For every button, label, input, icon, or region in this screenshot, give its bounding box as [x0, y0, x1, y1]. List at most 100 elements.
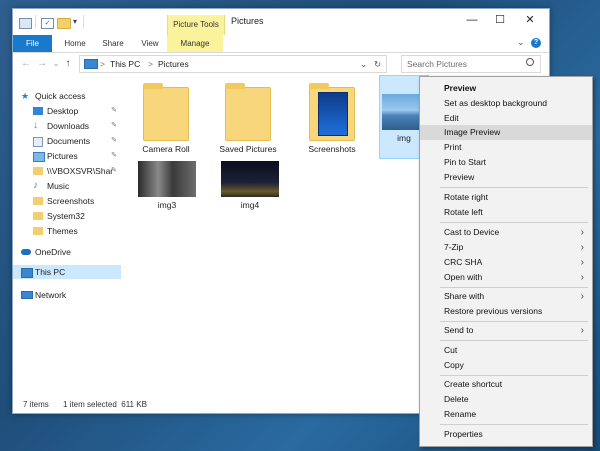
- menu-item-preview-default[interactable]: Preview: [420, 81, 592, 96]
- breadcrumb-pictures[interactable]: Pictures: [158, 59, 189, 69]
- pin-icon: ✎: [111, 152, 117, 159]
- tab-view[interactable]: View: [133, 35, 167, 52]
- pin-icon: ✎: [111, 122, 117, 129]
- nav-quick-access[interactable]: ★ Quick access: [13, 89, 121, 103]
- selection-info: 1 item selected 611 KB: [63, 400, 147, 409]
- image-thumbnail: [221, 161, 279, 197]
- image-tile-img4[interactable]: img4: [215, 161, 285, 210]
- breadcrumb-this-pc[interactable]: This PC: [110, 59, 140, 69]
- address-dropdown-icon[interactable]: ⌄: [360, 59, 367, 70]
- search-input[interactable]: Search Pictures: [407, 59, 467, 69]
- context-menu: Preview Set as desktop background Edit I…: [419, 76, 593, 447]
- help-icon[interactable]: ?: [531, 38, 541, 48]
- menu-item-rotate-left[interactable]: Rotate left: [420, 205, 592, 220]
- nav-desktop[interactable]: Desktop ✎: [13, 104, 121, 118]
- menu-item-open-with[interactable]: Open with ›: [420, 270, 592, 285]
- menu-item-copy[interactable]: Copy: [420, 358, 592, 373]
- up-button[interactable]: ↑: [61, 57, 75, 71]
- menu-item-label: Preview: [444, 83, 477, 93]
- nav-music[interactable]: ♪ Music: [13, 179, 121, 193]
- nav-themes[interactable]: Themes: [13, 224, 121, 238]
- menu-item-cast-to-device[interactable]: Cast to Device ›: [420, 225, 592, 240]
- menu-item-label: Rotate right: [444, 192, 488, 202]
- refresh-icon[interactable]: ↻: [374, 59, 381, 70]
- nav-item-label: This PC: [35, 267, 66, 277]
- menu-item-crc-sha[interactable]: CRC SHA ›: [420, 255, 592, 270]
- customize-quick-access-icon[interactable]: ▾: [73, 17, 77, 26]
- menu-item-label: Rename: [444, 409, 477, 419]
- nav-vboxsvr-share[interactable]: \\VBOXSVR\Shar ✎: [13, 164, 121, 178]
- forward-button[interactable]: →: [35, 57, 49, 71]
- breadcrumb-separator[interactable]: >: [148, 59, 153, 69]
- nav-onedrive[interactable]: OneDrive: [13, 245, 121, 259]
- nav-network[interactable]: Network: [13, 288, 121, 302]
- menu-item-label: Edit: [444, 113, 459, 123]
- nav-screenshots[interactable]: Screenshots: [13, 194, 121, 208]
- menu-item-label: Rotate left: [444, 207, 483, 217]
- menu-item-restore-previous-versions[interactable]: Restore previous versions: [420, 304, 592, 319]
- picture-tools-label: Picture Tools: [167, 15, 225, 35]
- new-folder-icon[interactable]: [57, 18, 71, 29]
- menu-item-set-as-desktop-background[interactable]: Set as desktop background: [420, 96, 592, 111]
- submenu-arrow-icon: ›: [580, 272, 584, 283]
- tab-file[interactable]: File: [13, 35, 52, 52]
- menu-item-image-preview[interactable]: Image Preview: [420, 125, 592, 140]
- menu-item-rename[interactable]: Rename: [420, 407, 592, 422]
- navigation-pane: ★ Quick access Desktop ✎ ↓ Downloads ✎ D…: [13, 75, 131, 395]
- menu-item-label: Share with: [444, 291, 485, 301]
- image-tile-img3[interactable]: img3: [132, 161, 202, 210]
- menu-item-label: Pin to Start: [444, 157, 487, 167]
- nav-item-label: Desktop: [47, 106, 79, 116]
- menu-item-7zip[interactable]: 7-Zip ›: [420, 240, 592, 255]
- ribbon-tabs: File Home Share View Manage ⌄ ?: [13, 35, 549, 53]
- menu-item-edit[interactable]: Edit: [420, 111, 592, 126]
- menu-item-cut[interactable]: Cut: [420, 343, 592, 358]
- submenu-arrow-icon: ›: [580, 227, 584, 238]
- music-icon: ♪: [33, 180, 38, 191]
- menu-item-rotate-right[interactable]: Rotate right: [420, 190, 592, 205]
- expand-ribbon-icon[interactable]: ⌄: [517, 37, 525, 48]
- menu-item-properties[interactable]: Properties: [420, 427, 592, 442]
- window-title: Pictures: [231, 16, 264, 26]
- menu-item-label: Delete: [444, 394, 469, 404]
- nav-this-pc[interactable]: This PC: [13, 265, 121, 279]
- divider: [83, 15, 84, 29]
- folder-icon: [33, 167, 43, 175]
- minimize-button[interactable]: —: [461, 11, 483, 29]
- nav-pictures[interactable]: Pictures ✎: [13, 149, 121, 163]
- nav-item-label: System32: [47, 211, 85, 221]
- tab-home[interactable]: Home: [57, 35, 93, 52]
- folder-tile-saved-pictures[interactable]: Saved Pictures: [213, 83, 283, 154]
- folder-icon: [143, 83, 189, 141]
- nav-documents[interactable]: Documents ✎: [13, 134, 121, 148]
- address-bar[interactable]: > This PC > Pictures ⌄ ↻: [79, 55, 387, 73]
- explorer-app-icon[interactable]: [19, 18, 32, 29]
- search-icon[interactable]: [526, 58, 534, 66]
- breadcrumb-separator[interactable]: >: [100, 59, 105, 69]
- nav-item-label: Documents: [47, 136, 90, 146]
- close-button[interactable]: ✕: [519, 11, 541, 29]
- nav-system32[interactable]: System32: [13, 209, 121, 223]
- menu-separator: [440, 222, 588, 223]
- menu-item-delete[interactable]: Delete: [420, 392, 592, 407]
- menu-item-label: Open with: [444, 272, 483, 282]
- menu-item-pin-to-start[interactable]: Pin to Start: [420, 155, 592, 170]
- folder-tile-camera-roll[interactable]: Camera Roll: [131, 83, 201, 154]
- folder-tile-screenshots[interactable]: Screenshots: [297, 83, 367, 154]
- menu-item-share-with[interactable]: Share with ›: [420, 289, 592, 304]
- nav-downloads[interactable]: ↓ Downloads ✎: [13, 119, 121, 133]
- properties-icon[interactable]: ✓: [41, 18, 54, 29]
- search-box[interactable]: Search Pictures: [401, 55, 541, 73]
- menu-item-create-shortcut[interactable]: Create shortcut: [420, 377, 592, 392]
- maximize-button[interactable]: ☐: [489, 11, 511, 29]
- tab-share[interactable]: Share: [95, 35, 131, 52]
- nav-item-label: Downloads: [47, 121, 90, 131]
- menu-item-print[interactable]: Print: [420, 140, 592, 155]
- menu-item-preview[interactable]: Preview: [420, 170, 592, 185]
- screenshots-preview: [318, 92, 348, 136]
- download-icon: ↓: [33, 120, 38, 131]
- divider: [35, 15, 36, 29]
- back-button[interactable]: ←: [19, 57, 33, 71]
- menu-item-send-to[interactable]: Send to ›: [420, 323, 592, 338]
- tab-manage[interactable]: Manage: [167, 35, 223, 52]
